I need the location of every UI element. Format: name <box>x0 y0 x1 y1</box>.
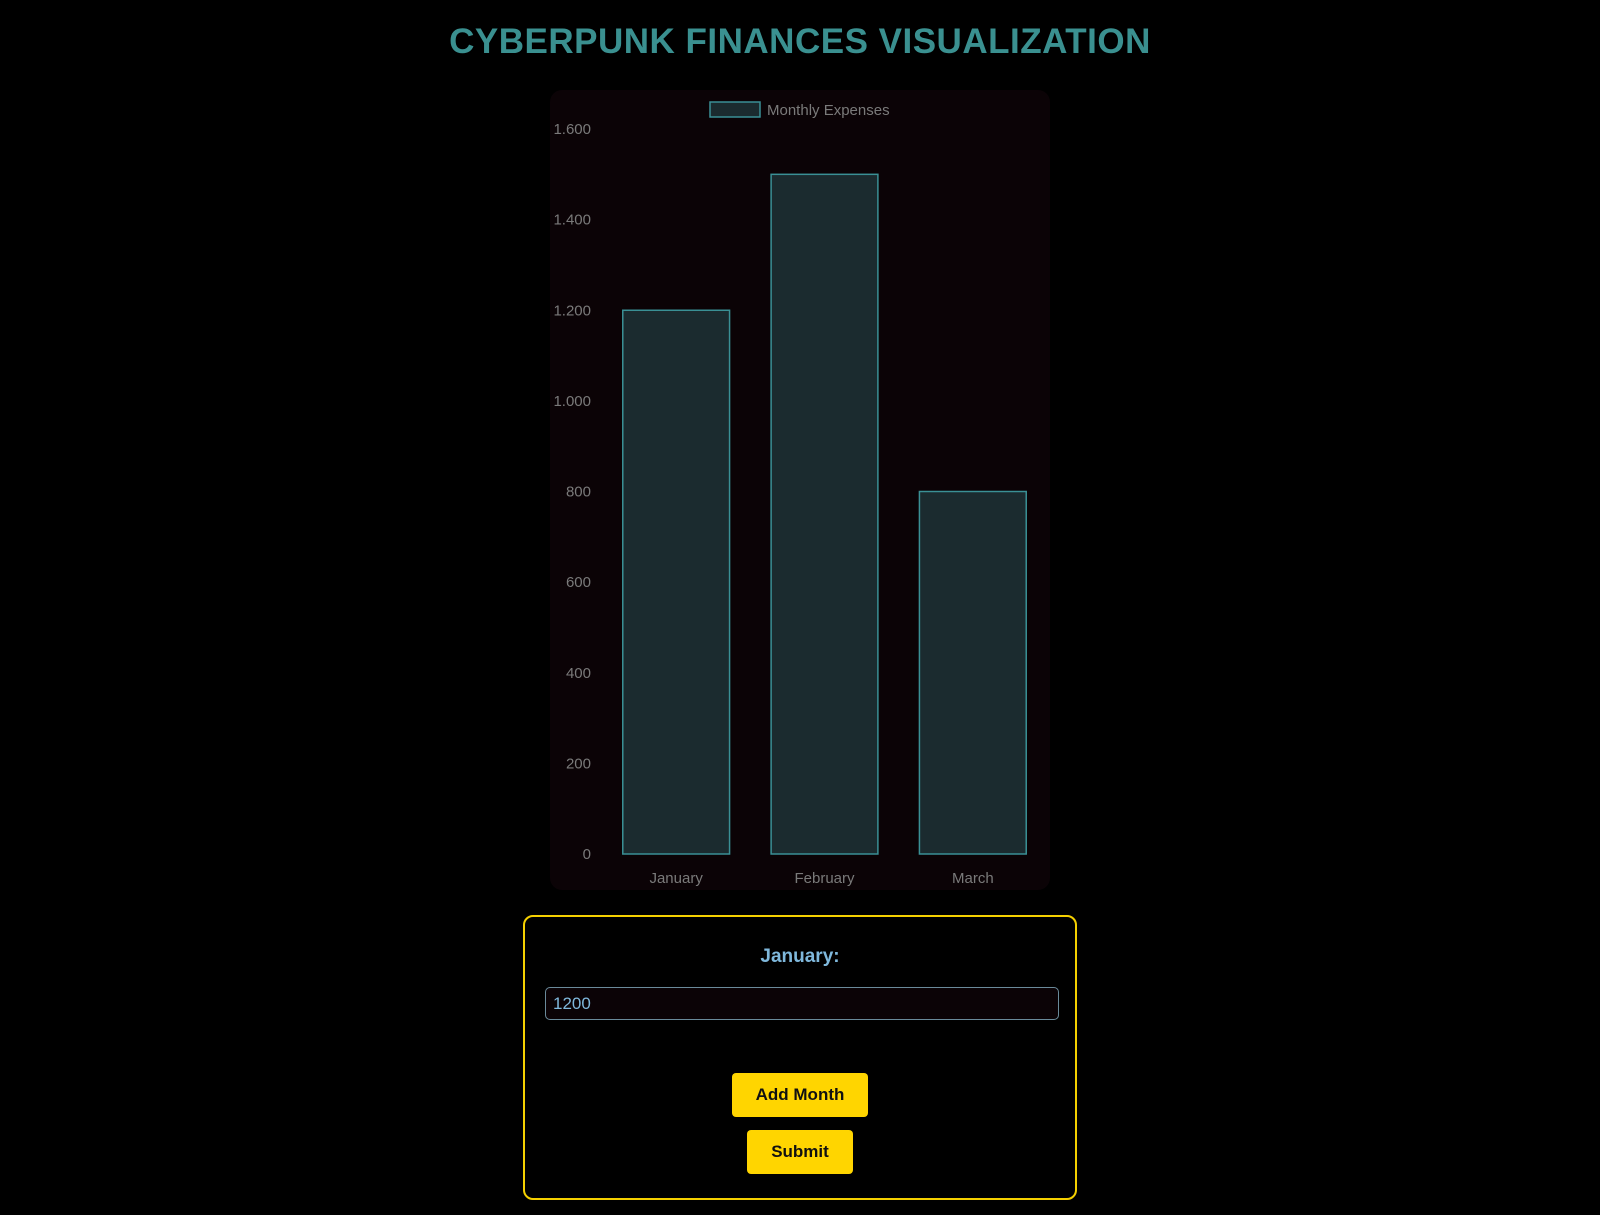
month-entry-form: January: Add Month Submit <box>523 915 1077 1200</box>
page-title: CYBERPUNK FINANCES VISUALIZATION <box>449 22 1151 61</box>
x-tick-label: January <box>649 870 703 887</box>
y-tick-label: 200 <box>566 755 591 772</box>
x-tick-label: March <box>952 870 994 887</box>
y-tick-label: 1.000 <box>553 393 591 410</box>
month-expense-input[interactable] <box>545 987 1059 1020</box>
bar-january <box>622 309 731 855</box>
y-tick-label: 400 <box>566 665 591 682</box>
y-tick-label: 1.600 <box>553 121 591 138</box>
legend-swatch <box>709 101 761 118</box>
y-tick-label: 800 <box>566 484 591 501</box>
x-tick-label: February <box>794 870 855 887</box>
bar-february <box>770 173 879 855</box>
y-tick-label: 1.400 <box>553 212 591 229</box>
expenses-chart: Monthly Expenses 0 200 400 600 800 1.000 1.200 1… <box>550 90 1050 890</box>
add-month-button[interactable]: Add Month <box>732 1073 868 1117</box>
submit-button[interactable]: Submit <box>747 1130 853 1174</box>
legend-label: Monthly Expenses <box>767 102 890 119</box>
y-tick-label: 600 <box>566 574 591 591</box>
y-tick-label: 1.200 <box>553 302 591 319</box>
y-tick-label: 0 <box>583 846 591 863</box>
page: CYBERPUNK FINANCES VISUALIZATION Monthly… <box>0 0 1600 1215</box>
month-field-label: January: <box>760 946 840 967</box>
bar-chart-svg: Monthly Expenses 0 200 400 600 800 1.000 1.200 1… <box>553 101 1027 887</box>
bar-march <box>918 490 1027 855</box>
